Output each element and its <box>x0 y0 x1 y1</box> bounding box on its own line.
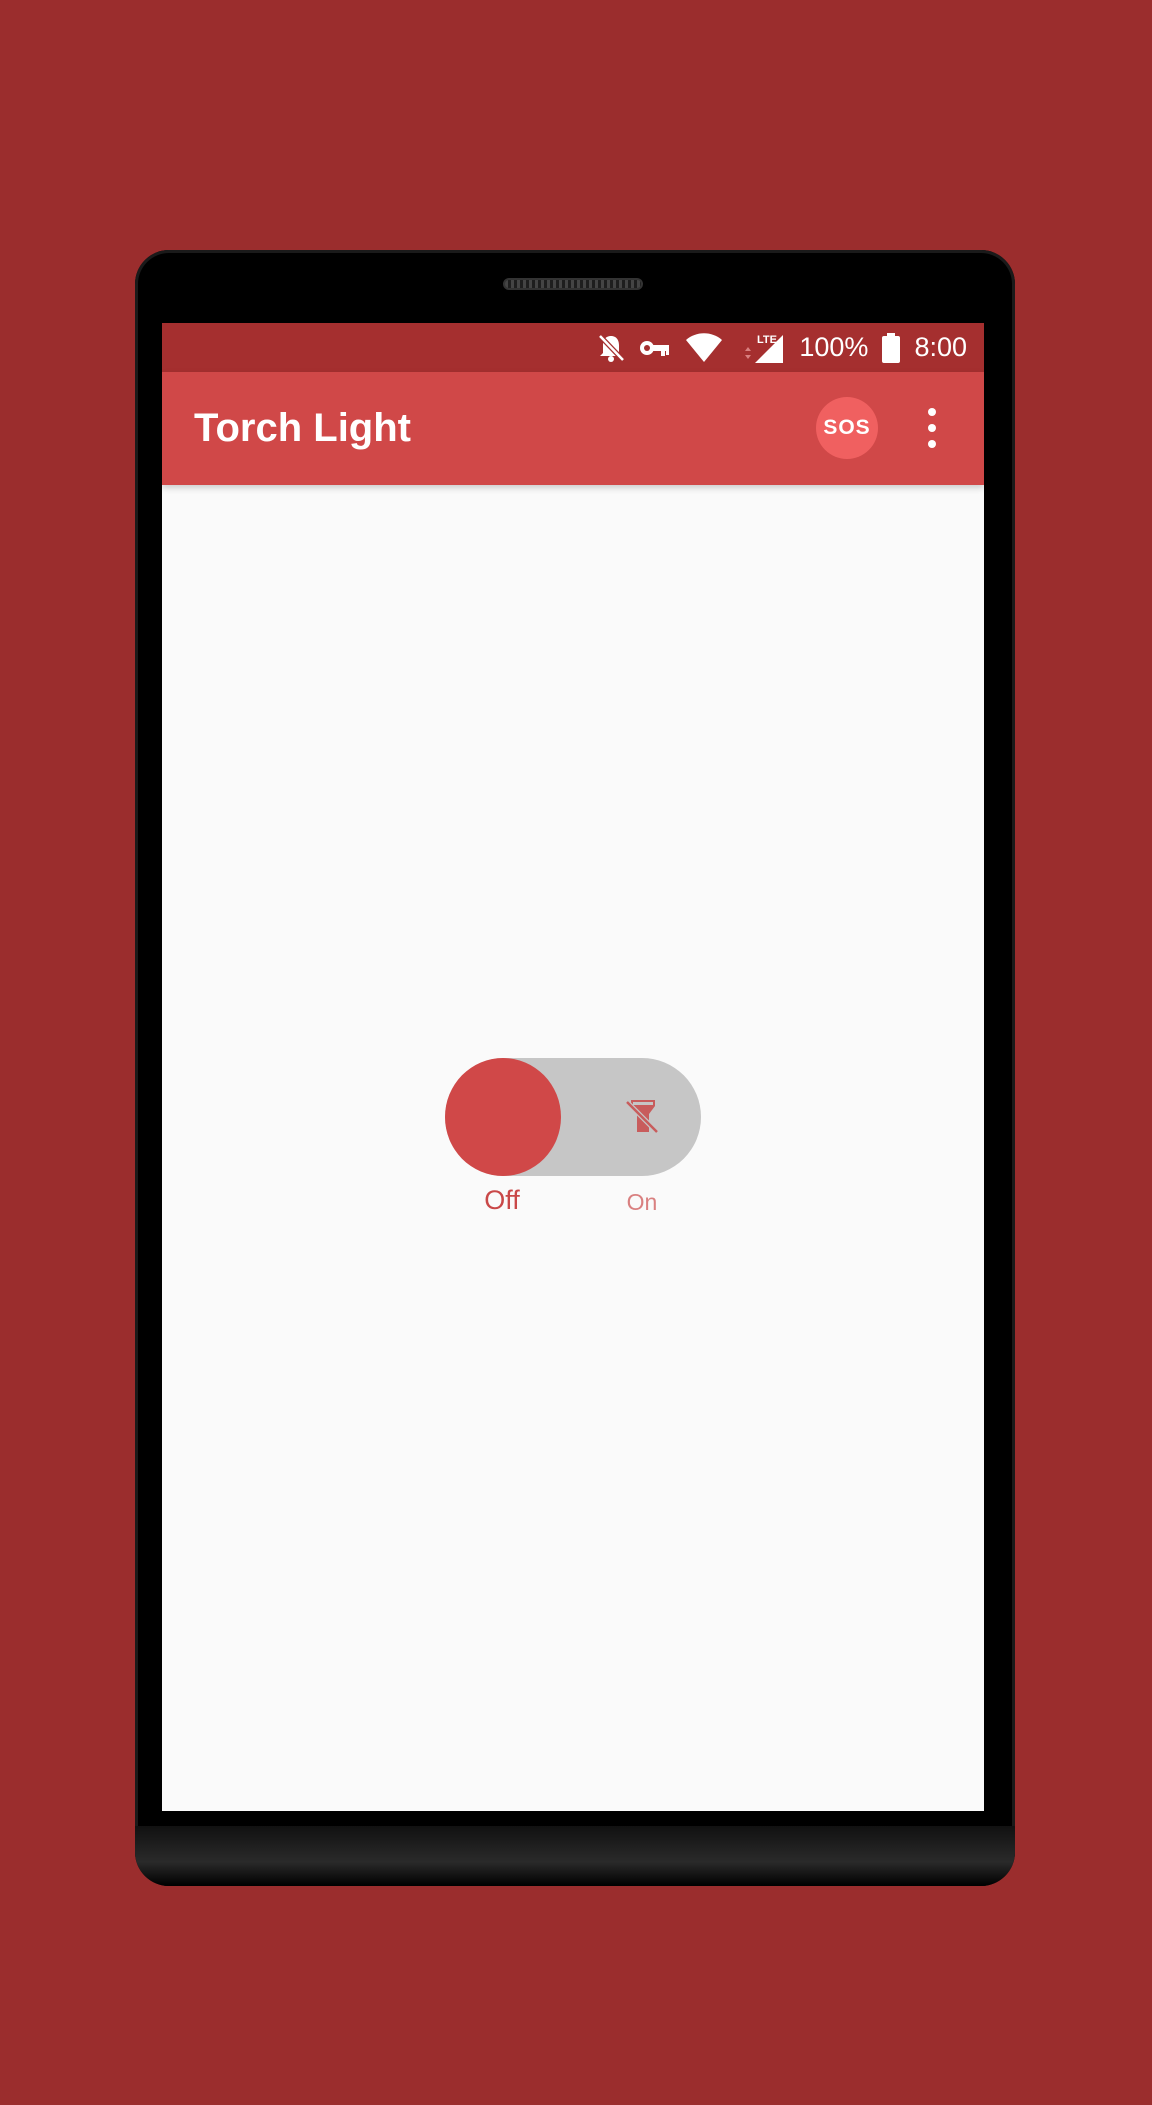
toggle-knob[interactable] <box>445 1058 561 1176</box>
torch-toggle[interactable] <box>445 1058 701 1176</box>
flashlight-off-icon <box>623 1096 663 1136</box>
phone-frame: LTE 100% 8:00 Torch Light SOS Off On <box>135 250 1015 1886</box>
status-time: 8:00 <box>914 332 967 362</box>
toggle-off-label: Off <box>484 1185 520 1215</box>
status-bar: LTE 100% 8:00 <box>162 323 984 372</box>
sos-button[interactable]: SOS <box>816 397 878 459</box>
battery-percent: 100% <box>799 332 869 362</box>
phone-speaker <box>503 278 643 290</box>
bell-off-icon <box>597 333 626 363</box>
phone-bottom-bezel <box>135 1826 1015 1886</box>
vpn-key-icon <box>639 338 671 358</box>
lte-signal-icon: LTE <box>737 331 785 365</box>
screen: LTE 100% 8:00 Torch Light SOS Off On <box>162 323 984 1811</box>
battery-icon <box>882 332 901 363</box>
status-icons: LTE 100% 8:00 <box>597 323 967 372</box>
more-vert-icon[interactable] <box>920 408 944 448</box>
app-bar: Torch Light SOS <box>162 372 984 485</box>
wifi-icon <box>685 332 723 363</box>
toggle-on-label: On <box>626 1189 658 1215</box>
app-title: Torch Light <box>194 406 411 450</box>
lte-label: LTE <box>757 334 777 346</box>
